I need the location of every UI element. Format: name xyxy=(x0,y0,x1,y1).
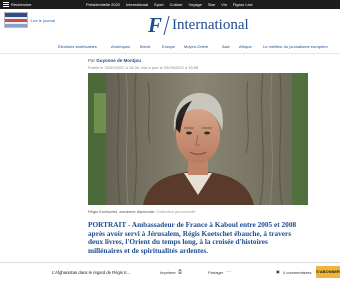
menu-icon[interactable] xyxy=(3,2,9,7)
logo-letter: F xyxy=(148,13,163,37)
logo-divider xyxy=(163,15,170,35)
bottom-action-bar: L'Afghanistan dans le regard de Régis K.… xyxy=(0,262,340,281)
read-newspaper-link[interactable]: Lire le journal xyxy=(31,18,55,23)
top-nav: Présidentielle 2022 International Sport … xyxy=(86,0,253,9)
byline: Par Guyonne de Montjou xyxy=(88,58,141,63)
section-nav: Élections américaines Amériques Brexit E… xyxy=(0,40,340,54)
section-nav-item[interactable]: Brexit xyxy=(140,44,150,49)
section-nav-item[interactable]: Afrique xyxy=(239,44,252,49)
share-icon[interactable]: ⋯ xyxy=(226,269,231,275)
logo-section-name: International xyxy=(172,17,249,33)
divider xyxy=(0,53,340,54)
top-nav-item[interactable]: Figaro Live xyxy=(233,0,253,9)
article-photo[interactable] xyxy=(88,73,308,205)
search-link[interactable]: Rechercher xyxy=(11,1,32,8)
section-nav-item[interactable]: Le meilleur du journalisme européen xyxy=(263,44,328,49)
top-nav-item[interactable]: Présidentielle 2022 xyxy=(86,0,120,9)
top-nav-item[interactable]: Star xyxy=(208,0,215,9)
top-nav-item[interactable]: Culture xyxy=(170,0,183,9)
top-nav-item[interactable]: International xyxy=(126,0,148,9)
section-nav-item[interactable]: Moyen-Orient xyxy=(184,44,208,49)
byline-prefix: Par xyxy=(88,58,96,63)
top-nav-item[interactable]: Sport xyxy=(154,0,164,9)
comment-icon[interactable]: ▣ xyxy=(276,269,280,274)
section-nav-item[interactable]: Asie xyxy=(222,44,230,49)
portrait-image xyxy=(88,73,308,205)
sticky-article-title: L'Afghanistan dans le regard de Régis K.… xyxy=(52,270,131,275)
caption-credit: Collection personnelle xyxy=(156,209,196,214)
site-logo[interactable]: F International xyxy=(148,14,249,36)
top-bar: Rechercher Présidentielle 2022 Internati… xyxy=(0,0,340,9)
share-button[interactable]: Partager xyxy=(208,270,223,275)
subscribe-button[interactable]: S'ABONNER xyxy=(316,266,340,278)
article-lede: PORTRAIT - Ambassadeur de France à Kabou… xyxy=(88,220,297,256)
print-button[interactable]: Imprimer xyxy=(160,270,176,275)
section-nav-item[interactable]: Europe xyxy=(162,44,175,49)
author-link[interactable]: Guyonne de Montjou xyxy=(96,58,141,63)
photo-caption: Régis Koetschet, ancienne diplomate. Col… xyxy=(88,209,196,214)
newspaper-thumbnail[interactable] xyxy=(4,12,28,28)
caption-text: Régis Koetschet, ancienne diplomate. xyxy=(88,209,156,214)
section-nav-item[interactable]: Élections américaines xyxy=(58,44,97,49)
section-nav-item[interactable]: Amériques xyxy=(111,44,130,49)
publish-dates: Publié le 20/09/2022 à 16:30, mis à jour… xyxy=(88,65,199,70)
top-nav-item[interactable]: Vin xyxy=(221,0,227,9)
comments-link[interactable]: 4 commentaires xyxy=(283,270,311,275)
printer-icon[interactable]: ⎙ xyxy=(178,269,182,275)
top-nav-item[interactable]: Voyage xyxy=(189,0,202,9)
